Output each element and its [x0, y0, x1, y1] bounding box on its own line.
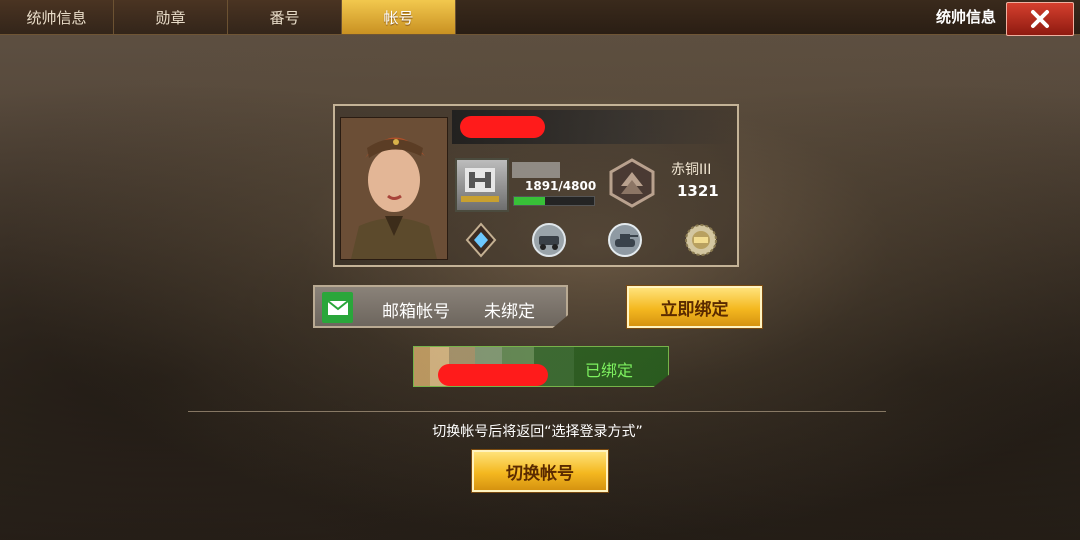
profile-card: 1891/4800 赤铜III 1321: [333, 104, 739, 267]
mail-icon: [322, 292, 353, 323]
bind-now-button[interactable]: 立即绑定: [627, 286, 762, 328]
experience-bar-fill: [514, 197, 546, 205]
bound-status: 已绑定: [585, 361, 634, 380]
close-icon: [1031, 10, 1049, 28]
commander-avatar: [340, 117, 448, 260]
experience-text: 1891/4800: [525, 179, 597, 193]
tier-score: 1321: [677, 182, 719, 200]
commander-portrait-image: [341, 118, 447, 259]
tab-unit-designation[interactable]: 番号: [228, 0, 342, 34]
email-account-row: 邮箱帐号 未绑定: [313, 285, 568, 328]
tier-name: 赤铜III: [671, 162, 712, 178]
rank-name-redacted: [512, 162, 560, 178]
top-tab-bar: 统帅信息 勋章 番号 帐号 统帅信息: [0, 0, 1080, 36]
diamond-medal-icon[interactable]: [463, 222, 499, 258]
tab-account[interactable]: 帐号: [342, 0, 456, 34]
gear-medal-icon[interactable]: [683, 222, 719, 258]
armored-car-medal-icon[interactable]: [531, 222, 567, 258]
close-button[interactable]: [1006, 2, 1074, 36]
redacted-account-id: [438, 364, 548, 386]
email-account-label: 邮箱帐号: [382, 302, 450, 322]
tank-medal-icon[interactable]: [607, 222, 643, 258]
tier-badge-icon: [609, 158, 655, 208]
rank-insignia-icon: [455, 158, 509, 212]
redacted-name: [460, 116, 545, 138]
experience-bar: [513, 196, 595, 206]
switch-account-button[interactable]: 切换帐号: [472, 450, 608, 492]
email-bind-status: 未绑定: [484, 302, 535, 322]
switch-account-note: 切换帐号后将返回“选择登录方式”: [432, 424, 643, 440]
tab-commander-info[interactable]: 统帅信息: [0, 0, 114, 34]
divider: [188, 411, 886, 412]
page-title: 统帅信息: [935, 8, 996, 26]
tab-medals[interactable]: 勋章: [114, 0, 228, 34]
